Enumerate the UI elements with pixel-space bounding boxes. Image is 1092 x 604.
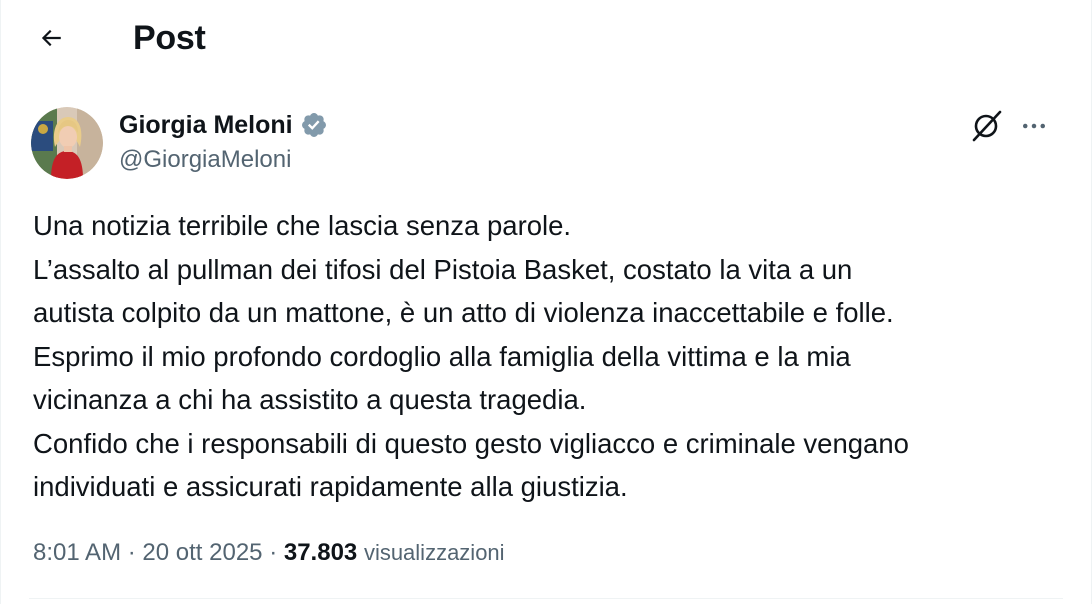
post-page: Post Giorgia Meloni @GiorgiaMeloni Una n… <box>0 0 1092 604</box>
post-text-line: individuati e assicurati rapidamente all… <box>33 471 628 502</box>
post-text-line: L’assalto al pullman dei tifosi del Pist… <box>33 253 853 285</box>
post-text-line: Esprimo il mio profondo cordoglio alla f… <box>33 340 851 372</box>
post-meta: 8:01 AM · 20 ott 2025 · 37.803 visualizz… <box>33 536 505 570</box>
author-display-name[interactable]: Giorgia Meloni <box>119 108 293 142</box>
views-label: visualizzazioni <box>363 540 505 565</box>
grok-button[interactable] <box>967 106 1007 146</box>
author-handle[interactable]: @GiorgiaMeloni <box>119 144 328 176</box>
views-count: 37.803 <box>283 539 358 566</box>
post-date[interactable]: 20 ott 2025 <box>142 539 262 566</box>
avatar[interactable] <box>31 107 103 179</box>
post-text: Una notizia terribile che lascia senza p… <box>33 204 1073 509</box>
post-text-line: autista colpito da un mattone, è un atto… <box>33 297 894 328</box>
author-name-row: Giorgia Meloni <box>119 108 328 142</box>
post-time[interactable]: 8:01 AM <box>33 539 121 566</box>
post-text-line: Una notizia terribile che lascia senza p… <box>33 210 572 241</box>
page-title: Post <box>133 19 206 57</box>
top-bar: Post <box>1 0 1091 76</box>
meta-separator: · <box>269 539 278 566</box>
more-options-button[interactable] <box>1014 106 1054 146</box>
arrow-left-icon <box>38 25 64 51</box>
more-options-icon <box>1019 111 1049 141</box>
post-text-line: Confido che i responsabili di questo ges… <box>33 427 909 459</box>
post-text-line: vicinanza a chi ha assistito a questa tr… <box>33 384 587 415</box>
divider <box>29 598 1063 599</box>
meta-separator: · <box>127 539 136 566</box>
grok-icon <box>970 109 1004 143</box>
avatar-photo <box>31 107 103 179</box>
back-button[interactable] <box>29 16 73 60</box>
author-block: Giorgia Meloni @GiorgiaMeloni <box>119 108 328 176</box>
verified-badge-icon[interactable] <box>300 111 328 139</box>
